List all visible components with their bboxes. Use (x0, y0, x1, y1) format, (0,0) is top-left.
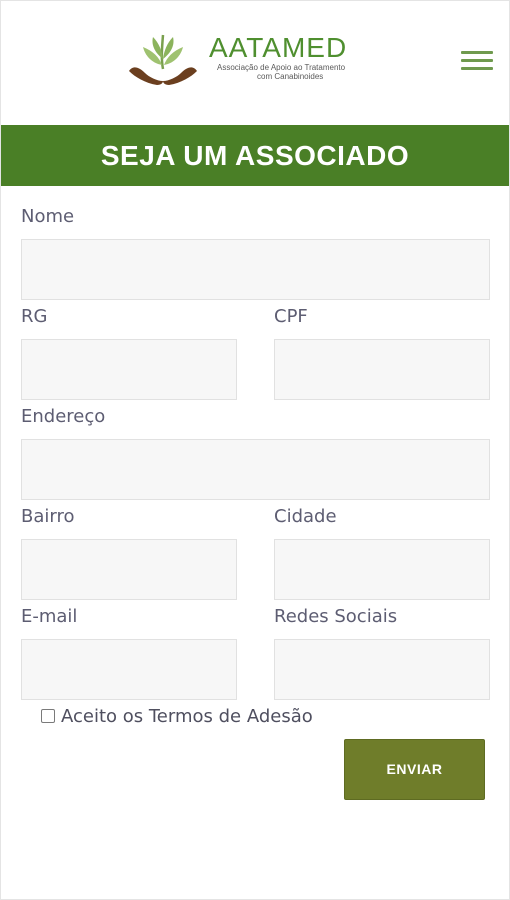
signup-page: AATAMED Associação de Apoio ao Tratament… (0, 0, 510, 900)
logo-tagline-line2: com Canabinoides (257, 72, 324, 81)
cpf-label: CPF (274, 306, 308, 327)
aatamed-logo[interactable]: AATAMED Associação de Apoio ao Tratament… (127, 29, 389, 91)
nome-field[interactable] (21, 239, 490, 300)
endereco-field[interactable] (21, 439, 490, 500)
page-title-banner: SEJA UM ASSOCIADO (1, 125, 509, 186)
rg-field[interactable] (21, 339, 237, 400)
endereco-label: Endereço (21, 406, 106, 427)
logo-hands-leaf-icon (129, 34, 197, 85)
nome-label: Nome (21, 206, 75, 227)
email-label: E-mail (21, 606, 78, 627)
redes-sociais-field[interactable] (274, 639, 490, 700)
cidade-label: Cidade (274, 506, 337, 527)
logo-tagline-line1: Associação de Apoio ao Tratamento (217, 63, 346, 72)
logo-wordmark: AATAMED (209, 32, 348, 63)
cpf-field[interactable] (274, 339, 490, 400)
header: AATAMED Associação de Apoio ao Tratament… (1, 1, 509, 125)
logo-tagline: Associação de Apoio ao Tratamento com Ca… (217, 63, 387, 81)
terms-checkbox[interactable] (41, 709, 55, 723)
hamburger-menu-icon[interactable] (461, 51, 493, 73)
email-field[interactable] (21, 639, 237, 700)
cidade-field[interactable] (274, 539, 490, 600)
submit-button[interactable]: ENVIAR (344, 739, 485, 800)
bairro-field[interactable] (21, 539, 237, 600)
redes-sociais-label: Redes Sociais (274, 606, 398, 627)
terms-label[interactable]: Aceito os Termos de Adesão (61, 706, 313, 727)
bairro-label: Bairro (21, 506, 75, 527)
rg-label: RG (21, 306, 48, 327)
